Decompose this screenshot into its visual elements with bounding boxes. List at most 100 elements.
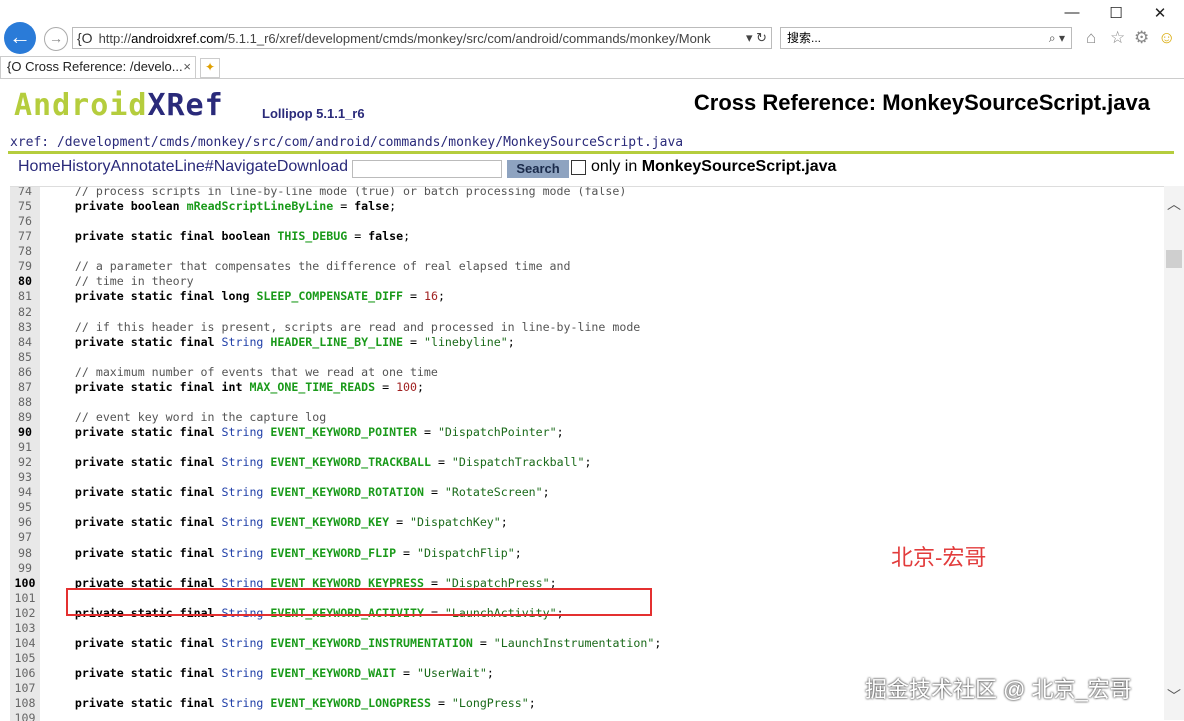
watermark-juejin: 掘金技术社区 @ 北京_宏哥 [865, 677, 1132, 702]
code-line: 76 [10, 214, 661, 229]
star-icon[interactable]: ☆ [1110, 28, 1125, 48]
line-number[interactable]: 77 [10, 229, 40, 244]
minimize-button[interactable]: — [1052, 4, 1092, 21]
gear-icon[interactable]: ⚙ [1134, 28, 1149, 48]
line-number[interactable]: 84 [10, 335, 40, 350]
line-number[interactable]: 102 [10, 606, 40, 621]
code-line: 106 private static final String EVENT_KE… [10, 666, 661, 681]
line-number[interactable]: 86 [10, 365, 40, 380]
line-number[interactable]: 105 [10, 651, 40, 666]
xref-breadcrumb[interactable]: xref: /development/cmds/monkey/src/com/a… [10, 135, 683, 150]
code-line: 78 [10, 244, 661, 259]
code-line: 108 private static final String EVENT_KE… [10, 696, 661, 711]
site-favicon: {O [77, 30, 93, 46]
source-code-view: 74 // process scripts in line-by-line mo… [10, 186, 1164, 721]
line-number[interactable]: 75 [10, 199, 40, 214]
only-in-checkbox[interactable] [571, 160, 586, 175]
line-number[interactable]: 95 [10, 500, 40, 515]
line-number[interactable]: 81 [10, 289, 40, 304]
back-button[interactable]: ← [4, 22, 36, 54]
line-number[interactable]: 89 [10, 410, 40, 425]
line-number[interactable]: 78 [10, 244, 40, 259]
line-number[interactable]: 106 [10, 666, 40, 681]
code-text: private static final String EVENT_KEYWOR… [74, 545, 522, 560]
code-line: 93 [10, 470, 661, 485]
line-number[interactable]: 98 [10, 546, 40, 561]
browser-chrome: — ☐ ✕ ← → {O http://androidxref.com/5.1.1… [0, 0, 1184, 84]
new-tab-icon[interactable]: ✦ [200, 58, 220, 78]
line-number[interactable]: 90 [10, 425, 40, 440]
browser-search-input[interactable]: 搜索... ⌕ ▾ [780, 27, 1072, 49]
tab-close-icon[interactable]: × [183, 57, 191, 77]
code-line: 104 private static final String EVENT_KE… [10, 636, 662, 651]
line-number[interactable]: 74 [10, 187, 40, 199]
line-number[interactable]: 88 [10, 395, 40, 410]
tab-favicon: {O [7, 59, 22, 74]
scroll-thumb[interactable] [1166, 250, 1182, 268]
code-text: private static final String EVENT_KEYWOR… [74, 515, 508, 530]
code-text: private static final boolean THIS_DEBUG … [74, 229, 411, 244]
line-number[interactable]: 99 [10, 561, 40, 576]
version-label[interactable]: Lollipop 5.1.1_r6 [262, 106, 365, 121]
line-number[interactable]: 94 [10, 485, 40, 500]
code-line: 90 private static final String EVENT_KEY… [10, 425, 661, 440]
highlight-annotation-box [66, 588, 652, 616]
scroll-up-icon[interactable]: ︿ [1164, 194, 1184, 214]
nav-annotate-link[interactable]: Annotate [110, 158, 174, 175]
line-number[interactable]: 104 [10, 636, 40, 651]
line-number[interactable]: 108 [10, 696, 40, 711]
code-line: 105 [10, 651, 661, 666]
nav-line-link[interactable]: Line# [175, 158, 214, 175]
nav-history-link[interactable]: History [61, 158, 111, 175]
line-number[interactable]: 107 [10, 681, 40, 696]
line-number[interactable]: 91 [10, 440, 40, 455]
line-number[interactable]: 82 [10, 305, 40, 320]
code-line: 74 // process scripts in line-by-line mo… [10, 187, 661, 199]
line-number[interactable]: 80 [10, 274, 40, 289]
line-number[interactable]: 87 [10, 380, 40, 395]
line-number[interactable]: 83 [10, 320, 40, 335]
code-line: 91 [10, 440, 661, 455]
maximize-button[interactable]: ☐ [1096, 4, 1136, 22]
only-in-text: only in [591, 158, 638, 175]
nav-search-button[interactable]: Search [507, 160, 569, 178]
line-number[interactable]: 79 [10, 259, 40, 274]
nav-download-link[interactable]: Download [277, 158, 348, 175]
code-line: 86 // maximum number of events that we r… [10, 365, 661, 380]
tab-title: Cross Reference: /develo... [25, 59, 183, 74]
close-window-button[interactable]: ✕ [1140, 4, 1180, 22]
line-number[interactable]: 101 [10, 591, 40, 606]
code-text: private static final String EVENT_KEYWOR… [74, 485, 550, 500]
line-number[interactable]: 85 [10, 350, 40, 365]
line-number[interactable]: 96 [10, 515, 40, 530]
address-refresh-controls[interactable]: ▾ ↻ [746, 28, 767, 48]
forward-button[interactable]: → [44, 27, 68, 51]
nav-navigate-link[interactable]: Navigate [214, 158, 277, 175]
code-text: // maximum number of events that we read… [74, 364, 438, 379]
line-number[interactable]: 93 [10, 470, 40, 485]
line-number[interactable]: 100 [10, 576, 40, 591]
scroll-down-icon[interactable]: ﹀ [1164, 686, 1184, 706]
line-number[interactable]: 92 [10, 455, 40, 470]
androidxref-logo[interactable]: AndroidXRef [14, 88, 224, 123]
home-icon[interactable]: ⌂ [1086, 28, 1096, 48]
line-number[interactable]: 103 [10, 621, 40, 636]
smiley-icon[interactable]: ☺ [1158, 28, 1175, 48]
tab-cross-reference[interactable]: {O Cross Reference: /develo... × [0, 56, 196, 78]
address-bar[interactable]: {O http://androidxref.com/5.1.1_r6/xref/d… [72, 27, 772, 49]
nav-search-input[interactable] [352, 160, 502, 178]
line-number[interactable]: 97 [10, 530, 40, 545]
line-number[interactable]: 76 [10, 214, 40, 229]
code-line: 96 private static final String EVENT_KEY… [10, 515, 661, 530]
address-host: androidxref.com [131, 31, 225, 46]
only-in-file: MonkeySourceScript.java [641, 158, 837, 175]
vertical-scrollbar[interactable]: ︿ ﹀ [1164, 186, 1184, 720]
code-text: // event key word in the capture log [74, 409, 327, 424]
nav-home-link[interactable]: Home [18, 158, 61, 175]
code-text: private static final String EVENT_KEYWOR… [74, 666, 494, 680]
address-prefix: http:// [98, 31, 132, 46]
search-icon[interactable]: ⌕ ▾ [1049, 28, 1065, 48]
code-line: 77 private static final boolean THIS_DEB… [10, 229, 661, 244]
